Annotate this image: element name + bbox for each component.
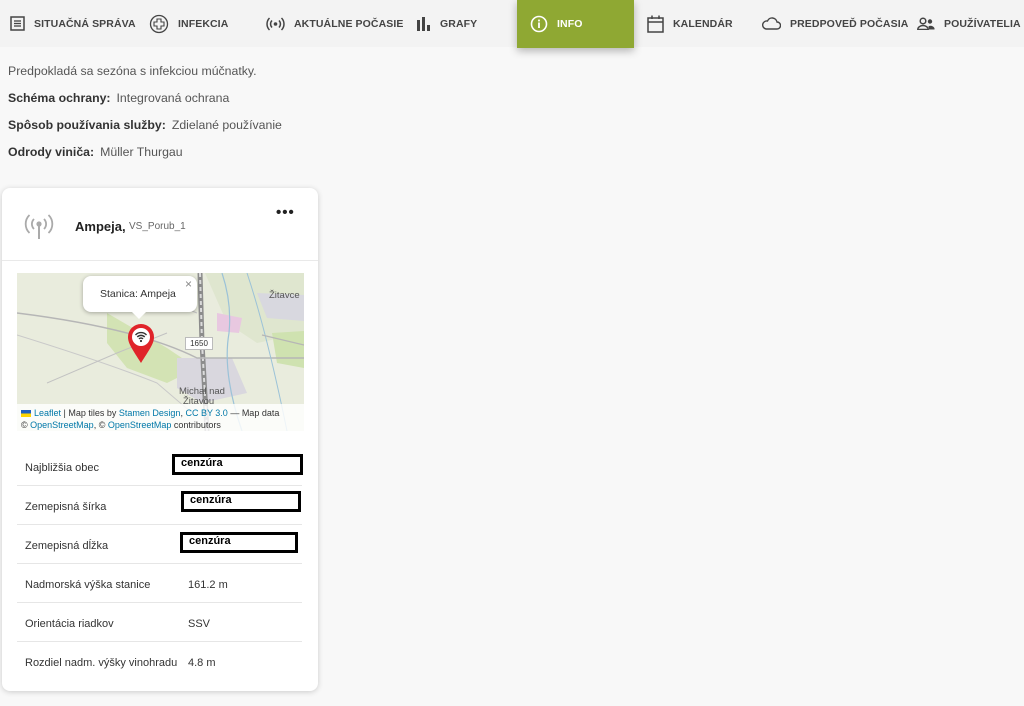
tab-situacna-sprava[interactable]: SITUAČNÁ SPRÁVA [10, 0, 136, 47]
tab-pouzivatelia[interactable]: POUŽÍVATELIA [917, 0, 1021, 47]
station-marker-icon[interactable] [127, 324, 155, 364]
tab-infekcia[interactable]: INFEKCIA [149, 0, 228, 47]
osm-link[interactable]: OpenStreetMap [30, 420, 94, 430]
tab-label: INFEKCIA [178, 17, 229, 30]
row-label: Nadmorská výška stanice [25, 579, 151, 591]
station-card-header: Ampeja, VS_Porub_1 ••• [2, 188, 318, 261]
attribution-text: © [21, 420, 31, 430]
tab-label: KALENDÁR [673, 17, 733, 30]
station-name: Ampeja, [75, 219, 126, 234]
table-row: Rozdiel nadm. výšky vinohradu 4.8 m [17, 642, 302, 681]
protection-scheme-value: Integrovaná ochrana [116, 91, 230, 105]
stamen-link[interactable]: Stamen Design [119, 408, 181, 418]
attribution-text: , © [93, 420, 108, 430]
road-number-label: 1650 [185, 337, 213, 350]
row-value: 4.8 m [188, 657, 216, 669]
service-usage-value: Zdielané používanie [171, 118, 282, 132]
tab-label: INFO [557, 18, 583, 30]
attribution-text: — Map data [227, 408, 280, 418]
tab-label: AKTUÁLNE POČASIE [294, 17, 404, 30]
tab-label: SITUAČNÁ SPRÁVA [34, 17, 136, 30]
row-label: Orientácia riadkov [25, 618, 114, 630]
ukraine-flag-icon [21, 410, 31, 417]
plus-circle-icon [149, 14, 169, 33]
table-row: Zemepisná dĺžka cenzúra [17, 525, 302, 564]
table-row: Zemepisná šírka cenzúra [17, 486, 302, 525]
row-label: Zemepisná dĺžka [25, 540, 109, 552]
more-options-button[interactable]: ••• [276, 204, 295, 221]
town-label: Žitavce [269, 290, 300, 301]
table-row: Nadmorská výška stanice 161.2 m [17, 564, 302, 603]
broadcast-icon [266, 16, 285, 31]
tab-aktualne-pocasie[interactable]: AKTUÁLNE POČASIE [266, 0, 404, 47]
tab-predpoved-pocasia[interactable]: PREDPOVEĎ POČASIA [761, 0, 908, 47]
license-link[interactable]: CC BY 3.0 [185, 408, 227, 418]
station-code: VS_Porub_1 [129, 221, 186, 232]
tab-label: PREDPOVEĎ POČASIA [790, 17, 909, 30]
calendar-icon [647, 15, 664, 33]
bar-chart-icon [417, 16, 430, 31]
attribution-text: contributors [171, 420, 221, 430]
tab-kalendar[interactable]: KALENDÁR [647, 0, 733, 47]
station-popup: Stanica: Ampeja × [83, 276, 197, 319]
row-value: 161.2 m [188, 579, 228, 591]
list-icon [10, 16, 25, 31]
cloud-icon [762, 17, 781, 30]
osm-link[interactable]: OpenStreetMap [108, 420, 172, 430]
popup-close-button[interactable]: × [185, 277, 192, 291]
map-attribution: Leaflet | Map tiles by Stamen Design, CC… [17, 404, 304, 431]
attribution-text: | Map tiles by [61, 408, 119, 418]
table-row: Najbližšia obec cenzúra [17, 447, 303, 486]
tab-info[interactable]: INFO [517, 0, 634, 48]
station-map[interactable]: Žitavce 1650 Michal nad Žitavou Stanica:… [17, 273, 304, 431]
season-note: Predpokladá sa sezóna s infekciou múčnat… [8, 64, 257, 78]
redacted-value: cenzúra [181, 491, 301, 512]
top-navigation: SITUAČNÁ SPRÁVA INFEKCIA AKTUÁLNE POČASI… [0, 0, 1024, 48]
protection-scheme-label: Schéma ochrany: [8, 91, 111, 105]
service-usage: Spôsob používania služby: Zdielané použív… [8, 118, 282, 132]
grape-variety: Odrody viniča: Müller Thurgau [8, 145, 183, 159]
users-icon [917, 17, 935, 30]
popup-text: Stanica: Ampeja [100, 288, 176, 300]
table-row: Orientácia riadkov SSV [17, 603, 302, 642]
row-label: Zemepisná šírka [25, 501, 107, 513]
tab-label: GRAFY [440, 17, 478, 30]
antenna-icon [24, 214, 54, 239]
station-card: Ampeja, VS_Porub_1 ••• Žitavce 1650 Mich… [2, 188, 318, 691]
row-value: SSV [188, 618, 211, 630]
service-usage-label: Spôsob používania služby: [8, 118, 166, 132]
redacted-value: cenzúra [172, 454, 303, 475]
protection-scheme: Schéma ochrany: Integrovaná ochrana [8, 91, 229, 105]
tab-grafy[interactable]: GRAFY [417, 0, 477, 47]
grape-variety-label: Odrody viniča: [8, 145, 95, 159]
redacted-value: cenzúra [180, 532, 298, 553]
info-icon [530, 15, 548, 33]
tab-label: POUŽÍVATELIA [944, 17, 1021, 30]
grape-variety-value: Müller Thurgau [100, 145, 183, 159]
row-label: Rozdiel nadm. výšky vinohradu [25, 657, 178, 669]
leaflet-link[interactable]: Leaflet [34, 408, 61, 418]
row-label: Najbližšia obec [25, 462, 99, 474]
